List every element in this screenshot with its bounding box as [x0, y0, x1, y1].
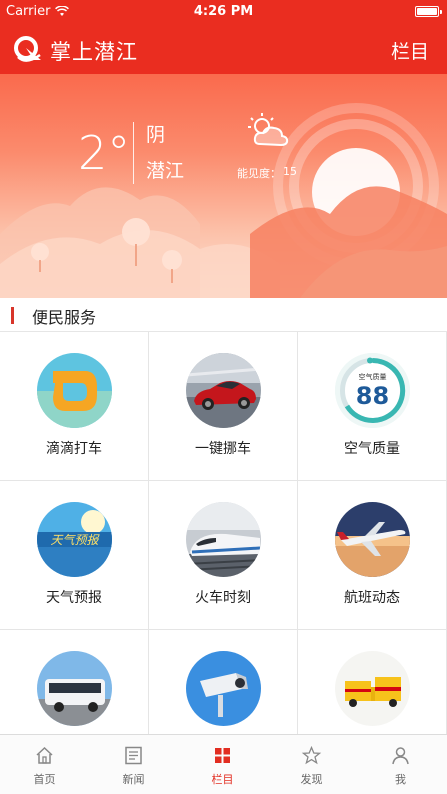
section-header: 便民服务: [0, 298, 447, 332]
air-quality-gauge-icon: 空气质量 88: [335, 353, 410, 428]
battery-icon: [415, 6, 442, 17]
service-bus[interactable]: [0, 630, 149, 734]
tab-label: 新闻: [122, 773, 145, 786]
tab-label: 我: [395, 773, 406, 786]
high-speed-train-icon: [186, 502, 261, 577]
temperature: 2°: [78, 126, 131, 180]
app-logo-icon: [14, 36, 41, 62]
nav-bar: 掌上潜江 栏目: [0, 24, 447, 74]
weather-condition: 阴: [146, 124, 166, 146]
service-didi-taxi[interactable]: 滴滴打车: [0, 332, 149, 481]
tab-label: 栏目: [211, 773, 234, 786]
tab-me[interactable]: 我: [356, 735, 445, 794]
section-title: 便民服务: [32, 308, 97, 327]
weather-banner[interactable]: 2° 阴 潜江 能见度： 15: [0, 74, 447, 298]
weather-city: 潜江: [146, 160, 185, 182]
tab-columns[interactable]: 栏目: [178, 735, 267, 794]
service-move-car[interactable]: 一键挪车: [149, 332, 298, 481]
service-weather-forecast[interactable]: 天气预报 天气预报: [0, 481, 149, 630]
tab-label: 首页: [33, 773, 56, 786]
tab-home[interactable]: 首页: [0, 735, 89, 794]
delivery-trucks-icon: [335, 651, 410, 726]
visibility: 能见度： 15: [237, 165, 297, 181]
tab-discover[interactable]: 发现: [267, 735, 356, 794]
service-label: 火车时刻: [195, 590, 251, 606]
service-label: 空气质量: [344, 441, 400, 457]
traffic-camera-icon: [186, 651, 261, 726]
service-air-quality[interactable]: 空气质量 88 空气质量: [298, 332, 447, 481]
service-grid: 滴滴打车 一键挪车 空气质量 88 空气质量 天气预报 天气预报 火车时刻 航班…: [0, 332, 447, 734]
columns-menu-button[interactable]: 栏目: [391, 37, 429, 64]
app-title: 掌上潜江: [50, 40, 138, 64]
didi-logo-icon: [37, 353, 112, 428]
status-time: 4:26 PM: [193, 4, 254, 19]
weather-divider: [133, 122, 134, 184]
status-bar: Carrier 4:26 PM: [0, 0, 447, 24]
tab-bar: 首页 新闻 栏目 发现 我: [0, 734, 447, 794]
tab-news[interactable]: 新闻: [89, 735, 178, 794]
tab-label: 发现: [300, 773, 323, 786]
landscape-illustration: [0, 103, 447, 298]
service-traffic-camera[interactable]: [149, 630, 298, 734]
user-icon: [392, 747, 409, 765]
service-label: 一键挪车: [195, 441, 251, 457]
grid-icon: [215, 748, 230, 763]
service-label: 天气预报: [46, 590, 102, 606]
service-flight-status[interactable]: 航班动态: [298, 481, 447, 630]
news-icon: [125, 746, 142, 765]
cloudy-icon: [248, 113, 289, 147]
red-sports-car-icon: [186, 353, 261, 428]
bus-icon: [37, 651, 112, 726]
service-train-schedule[interactable]: 火车时刻: [149, 481, 298, 630]
service-label: 航班动态: [344, 590, 400, 606]
home-icon: [36, 746, 53, 764]
visibility-value: 15: [283, 165, 297, 178]
visibility-label: 能见度：: [237, 167, 281, 180]
airplane-icon: [335, 502, 410, 577]
service-express-delivery[interactable]: [298, 630, 447, 734]
weather-forecast-icon: 天气预报: [37, 502, 112, 577]
air-quality-badge-value: 88: [356, 382, 389, 410]
discover-icon: [301, 745, 322, 765]
service-label: 滴滴打车: [46, 441, 102, 457]
air-quality-badge-label: 空气质量: [359, 372, 387, 381]
weather-forecast-badge: 天气预报: [50, 533, 100, 547]
section-accent-bar: [11, 307, 14, 324]
